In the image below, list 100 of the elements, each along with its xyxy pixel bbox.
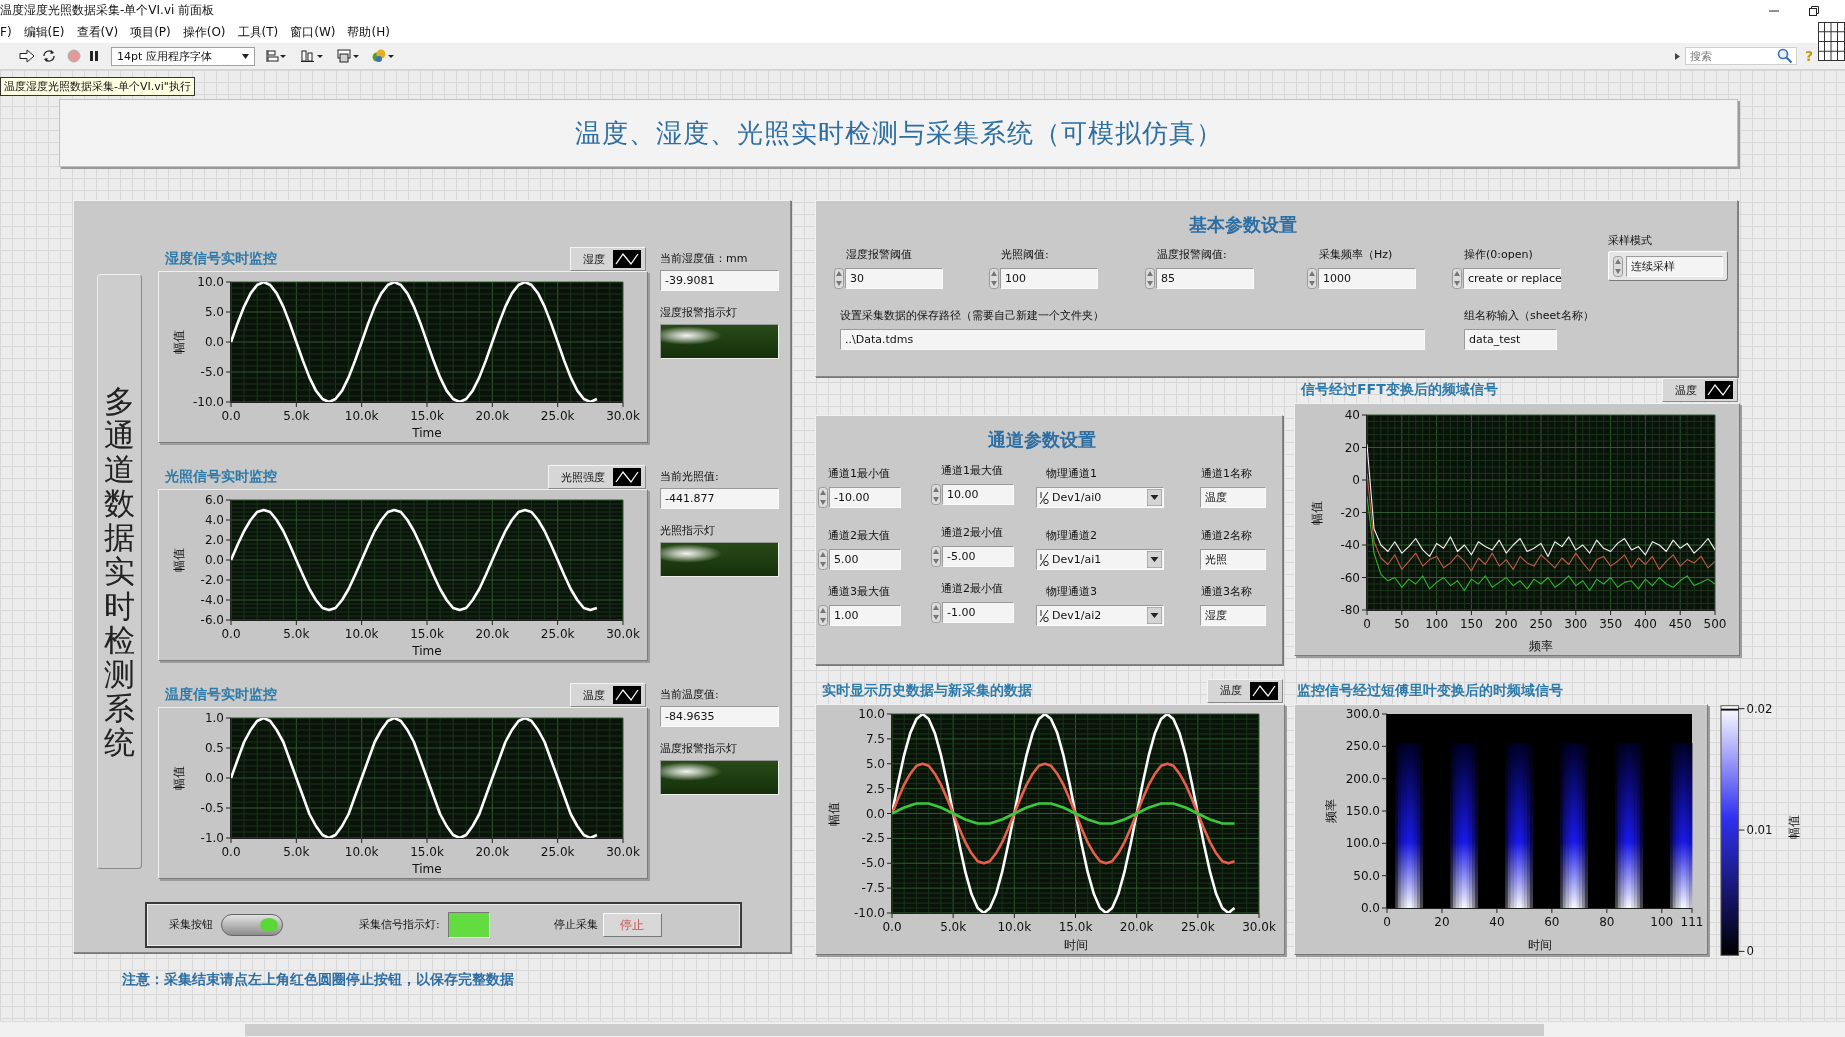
axis-tick-label: 50.0: [1353, 868, 1380, 883]
spin-buttons[interactable]: [818, 605, 828, 626]
axis-tick-label: 20.0k: [1119, 920, 1154, 934]
axis-tick-label: -0.5: [200, 801, 224, 815]
axis-title: 幅值: [1310, 500, 1324, 525]
restore-icon[interactable]: [1808, 4, 1820, 17]
menu-item[interactable]: 工具(T): [237, 23, 279, 41]
spin-buttons[interactable]: [818, 549, 828, 570]
side-title: 多通道数据实时检测系统: [104, 384, 135, 759]
path-field[interactable]: ..\Data.tdms: [840, 329, 1425, 350]
text-field[interactable]: 湿度: [1200, 605, 1266, 626]
spin-buttons[interactable]: [931, 484, 941, 505]
plot-legend[interactable]: 温度: [1662, 378, 1738, 402]
plot-legend[interactable]: 湿度: [570, 247, 646, 271]
numeric-field[interactable]: 85: [1156, 268, 1254, 289]
vi-grid-icon[interactable]: [1818, 22, 1845, 61]
numeric-field[interactable]: 1.00: [829, 605, 901, 626]
field-label: 设置采集数据的保存路径（需要自己新建一个文件夹）: [840, 308, 1105, 324]
menu-item[interactable]: 帮助(H): [347, 23, 390, 41]
field-label: 温度报警指示灯: [660, 741, 738, 757]
menu-item[interactable]: 项目(P): [130, 23, 171, 41]
numeric-indicator: -441.877: [660, 488, 779, 509]
reorder-objects-icon[interactable]: [372, 48, 396, 64]
numeric-field[interactable]: 30: [845, 268, 943, 289]
expand-arrow-icon[interactable]: [1674, 52, 1680, 60]
run-arrow-icon[interactable]: [19, 49, 35, 63]
plot-legend[interactable]: 温度: [570, 683, 646, 707]
text-field[interactable]: 光照: [1200, 549, 1266, 570]
numeric-field[interactable]: 5.00: [829, 549, 901, 570]
axis-tick-label: 0.0: [221, 845, 241, 859]
menu-item[interactable]: F): [0, 25, 12, 39]
field-label: 当前湿度值：mm: [660, 251, 749, 267]
field-label: 通道2最大值: [827, 528, 891, 544]
spin-buttons[interactable]: [989, 268, 999, 289]
numeric-indicator: -84.9635: [660, 706, 779, 727]
run-continuously-icon[interactable]: [41, 48, 57, 64]
axis-tick-label: 0.0: [221, 627, 241, 641]
numeric-field[interactable]: -5.00: [942, 546, 1014, 567]
spin-buttons[interactable]: [931, 546, 941, 567]
numeric-field[interactable]: 10.00: [942, 484, 1014, 505]
toggle-switch[interactable]: [221, 914, 283, 936]
pause-icon[interactable]: [89, 50, 99, 62]
field-label: 停止采集: [553, 917, 598, 933]
axis-tick-label: -40: [1340, 538, 1360, 552]
axis-tick-label: 10.0k: [344, 627, 379, 641]
horizontal-scrollbar[interactable]: [0, 1021, 1845, 1037]
axis-tick-label: -10.0: [853, 906, 885, 920]
plot-legend[interactable]: 温度: [1207, 678, 1283, 703]
axis-tick-label: 30.0k: [606, 409, 640, 423]
distribute-objects-icon[interactable]: [301, 49, 325, 63]
axis-tick-label: 150: [1459, 617, 1483, 631]
axis-tick-label: 500: [1703, 617, 1727, 631]
text-field[interactable]: 温度: [1200, 487, 1266, 508]
resize-objects-icon[interactable]: [337, 49, 361, 63]
align-objects-icon[interactable]: [265, 49, 287, 63]
numeric-field[interactable]: 100: [1000, 268, 1098, 289]
spin-buttons[interactable]: [1613, 255, 1623, 277]
axis-tick-label: -1.0: [200, 831, 224, 845]
search-field[interactable]: 搜索: [1684, 47, 1797, 65]
axis-tick-label: -7.5: [861, 881, 885, 896]
spin-buttons[interactable]: [834, 268, 844, 289]
axis-tick-label: 2.0: [204, 533, 224, 547]
field-label: 组名称输入（sheet名称）: [1464, 308, 1595, 324]
axis-tick-label: 100: [1650, 915, 1674, 929]
numeric-field[interactable]: -1.00: [942, 602, 1014, 623]
menu-item[interactable]: 查看(V): [76, 23, 119, 41]
axis-tick-label: 5.0: [204, 305, 224, 319]
spin-buttons[interactable]: [1145, 268, 1155, 289]
graph-title: 湿度信号实时监控: [164, 250, 277, 268]
axis-tick-label: 7.5: [865, 731, 885, 746]
axis-tick-label: 300: [1564, 617, 1588, 631]
abort-icon[interactable]: [67, 49, 81, 63]
mode-selector[interactable]: 连续采样: [1608, 251, 1728, 281]
spin-buttons[interactable]: [818, 487, 828, 508]
font-dropdown[interactable]: 14pt 应用程序字体: [111, 46, 255, 66]
axis-tick-label: 6.0: [204, 493, 224, 507]
numeric-field[interactable]: create or replace: [1463, 268, 1561, 289]
channel-selector[interactable]: Dev1/ai2: [1036, 605, 1164, 626]
axis-tick-label: 25.0k: [540, 627, 575, 641]
spin-buttons[interactable]: [1307, 268, 1317, 289]
axis-tick-label: 0.0: [204, 771, 224, 785]
numeric-field[interactable]: 1000: [1318, 268, 1416, 289]
axis-tick-label: 200.0: [1345, 771, 1380, 786]
axis-title: 幅值: [172, 548, 186, 572]
scrollbar-thumb[interactable]: [245, 1023, 1544, 1036]
line-sample-icon: [613, 686, 641, 704]
menu-item[interactable]: 窗口(W): [290, 23, 336, 41]
axis-tick-label: 25.0k: [540, 409, 575, 423]
menu-item[interactable]: 操作(O): [182, 23, 226, 41]
graph-title: 监控信号经过短傅里叶变换后的时频域信号: [1296, 681, 1563, 700]
menu-item[interactable]: 编辑(E): [23, 23, 65, 41]
spin-buttons[interactable]: [1452, 268, 1462, 289]
channel-selector[interactable]: Dev1/ai0: [1036, 487, 1164, 508]
field-label: 通道1最大值: [940, 463, 1004, 479]
spin-buttons[interactable]: [931, 602, 941, 623]
text-field[interactable]: data_test: [1464, 329, 1557, 350]
plot-legend[interactable]: 光照强度: [548, 465, 646, 489]
channel-selector[interactable]: Dev1/ai1: [1036, 549, 1164, 570]
numeric-field[interactable]: -10.00: [829, 487, 901, 508]
field-label: 当前温度值:: [660, 687, 720, 703]
